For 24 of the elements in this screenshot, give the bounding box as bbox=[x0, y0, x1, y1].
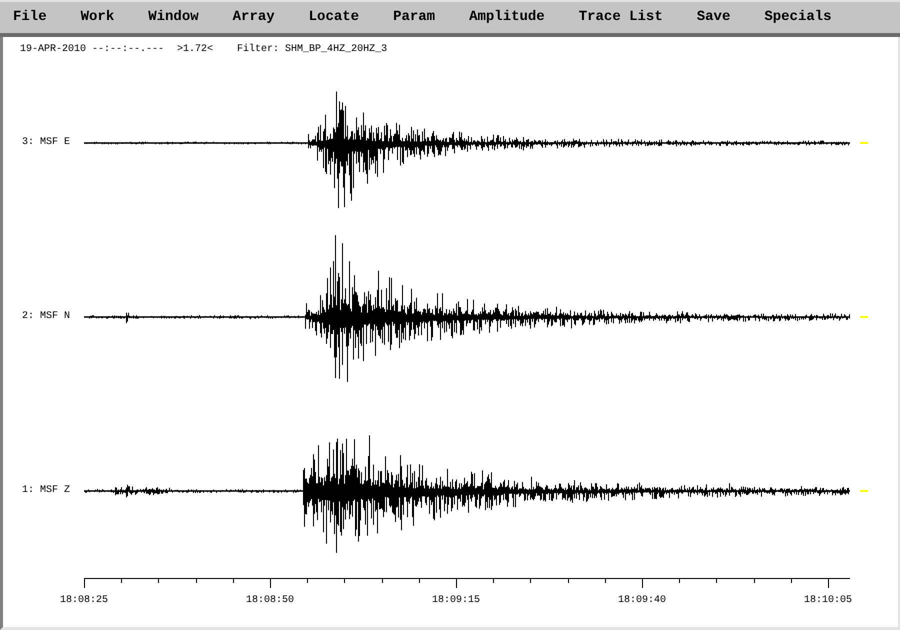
menu-item[interactable]: File bbox=[13, 9, 47, 26]
timestamp-text: 19-APR-2010 --:--:--.--- bbox=[20, 44, 164, 56]
trace-marker-icon bbox=[860, 490, 868, 492]
menu-item[interactable]: Save bbox=[696, 9, 730, 26]
menu-item[interactable]: Trace List bbox=[578, 9, 663, 26]
menu-item[interactable]: Array bbox=[232, 9, 275, 26]
menu-item[interactable]: Window bbox=[148, 9, 199, 26]
trace-marker-icon bbox=[860, 142, 868, 144]
scale-text: >1.72< bbox=[177, 44, 214, 56]
trace-label: 3: MSF E bbox=[22, 137, 72, 149]
axis-tick-label: 18:10:05 bbox=[804, 595, 852, 606]
menu-item[interactable]: Specials bbox=[764, 9, 832, 26]
menu-item[interactable]: Locate bbox=[308, 9, 360, 26]
axis-tick-label: 18:09:15 bbox=[432, 595, 480, 606]
axis-tick-label: 18:09:40 bbox=[618, 595, 666, 606]
trace-marker-icon bbox=[860, 316, 868, 318]
menu-item[interactable]: Amplitude bbox=[469, 9, 545, 26]
menu-item[interactable]: Param bbox=[393, 9, 436, 26]
menu-item[interactable]: Work bbox=[80, 9, 114, 26]
trace-label: 1: MSF Z bbox=[22, 485, 72, 497]
axis-tick-label: 18:08:50 bbox=[246, 595, 294, 606]
filter-text: Filter: SHM_BP_4HZ_20HZ_3 bbox=[237, 44, 388, 56]
trace-label: 2: MSF N bbox=[22, 311, 72, 323]
axis-tick-label: 18:08:25 bbox=[60, 595, 108, 606]
